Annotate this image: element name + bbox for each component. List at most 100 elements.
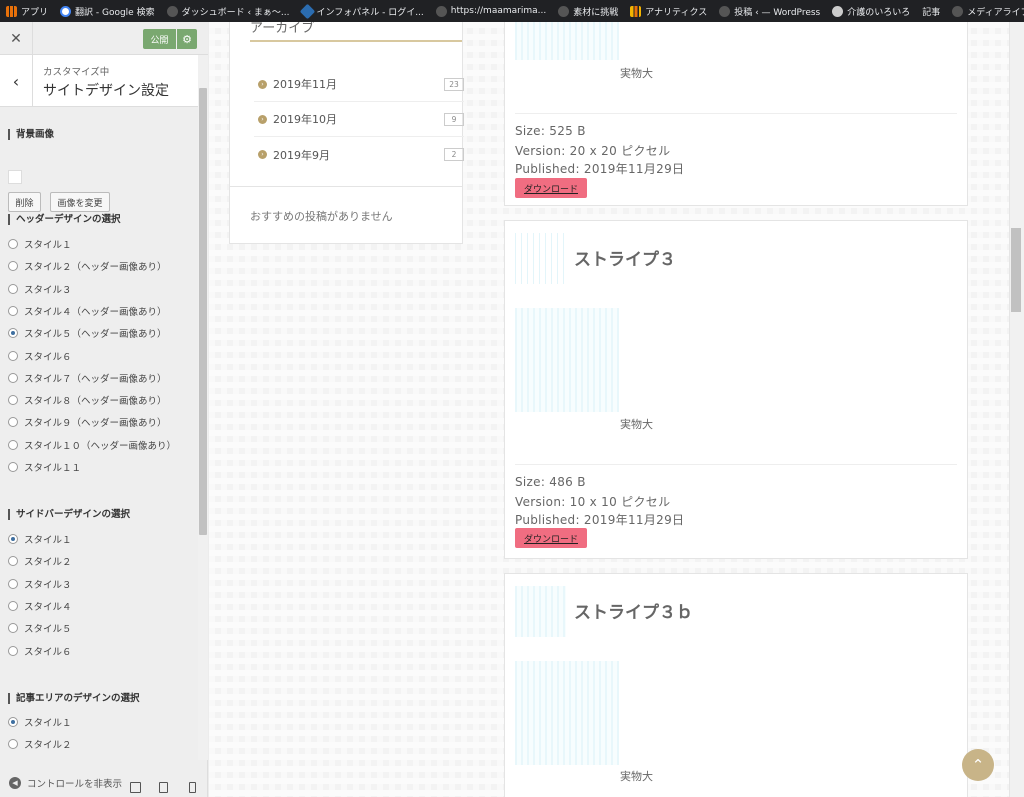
radio-label: スタイル６ <box>24 646 72 658</box>
bookmark-media-library[interactable]: メディアライブラリ ‹ まぁ... <box>952 5 1024 18</box>
sidebar-style-radio-5[interactable]: スタイル５ <box>8 621 72 635</box>
customizing-label: カスタマイズ中 <box>43 67 110 78</box>
bookmark-site[interactable]: https://maamarima... <box>435 5 546 17</box>
globe-icon <box>832 5 844 17</box>
radio-button[interactable] <box>8 739 18 750</box>
bookmark-apps[interactable]: アプリ <box>6 5 48 18</box>
actual-size-label: 実物大 <box>620 770 653 783</box>
section-header: ‹ カスタマイズ中 サイトデザイン設定 <box>0 55 198 107</box>
radio-button[interactable] <box>8 623 18 634</box>
close-icon[interactable]: ✕ <box>0 22 33 55</box>
header-style-radio-3[interactable]: スタイル３ <box>8 282 72 296</box>
sidebar-style-radio-1[interactable]: スタイル１ <box>8 532 72 546</box>
radio-label: スタイル６ <box>24 351 72 363</box>
customizer-sidebar: ✕ 公開 ⚙ ‹ カスタマイズ中 サイトデザイン設定 背景画像 削除 画像を変更… <box>0 22 208 797</box>
radio-label: スタイル１１ <box>24 463 82 474</box>
remove-image-button[interactable]: 削除 <box>8 192 41 212</box>
desktop-preview-icon[interactable] <box>130 782 141 793</box>
media-actual-size-image <box>515 661 619 765</box>
hide-controls-button[interactable]: ◀ コントロールを非表示 <box>0 768 208 797</box>
radio-label: スタイル２ <box>24 557 72 569</box>
change-image-button[interactable]: 画像を変更 <box>50 192 110 212</box>
archive-item[interactable]: › 2019年10月 9 <box>254 102 464 137</box>
radio-button[interactable] <box>8 578 18 589</box>
sidebar-design-title: サイドバーデザインの選択 <box>8 509 130 520</box>
radio-button[interactable] <box>8 717 18 727</box>
site-icon <box>435 5 447 17</box>
header-style-radio-7[interactable]: スタイル７（ヘッダー画像あり） <box>8 371 167 385</box>
radio-label: スタイル１０（ヘッダー画像あり） <box>24 440 177 452</box>
radio-button[interactable] <box>8 305 18 316</box>
archive-item[interactable]: › 2019年11月 23 <box>254 67 464 102</box>
radio-label: スタイル５ <box>24 624 72 636</box>
radio-button[interactable] <box>8 239 18 249</box>
media-published: Published: 2019年11月29日 <box>515 162 685 176</box>
header-style-radio-9[interactable]: スタイル９（ヘッダー画像あり） <box>8 415 167 429</box>
section-title: サイトデザイン設定 <box>43 83 169 99</box>
radio-label: スタイル１ <box>24 535 72 546</box>
bookmark-dashboard[interactable]: ダッシュボード ‹ まぁ〜... <box>166 5 290 18</box>
radio-button[interactable] <box>8 600 18 611</box>
header-style-radio-4[interactable]: スタイル４（ヘッダー画像あり） <box>8 304 167 318</box>
article-style-radio-2[interactable]: スタイル２ <box>8 737 72 751</box>
header-style-radio-8[interactable]: スタイル８（ヘッダー画像あり） <box>8 393 167 407</box>
wordpress-icon <box>952 5 964 17</box>
radio-button[interactable] <box>8 395 18 406</box>
radio-button[interactable] <box>8 283 18 294</box>
article-style-radio-1[interactable]: スタイル１ <box>8 715 72 729</box>
sidebar-style-radio-2[interactable]: スタイル２ <box>8 554 72 568</box>
archive-item[interactable]: › 2019年9月 2 <box>254 137 464 172</box>
header-style-radio-2[interactable]: スタイル２（ヘッダー画像あり） <box>8 259 167 273</box>
header-style-radio-10[interactable]: スタイル１０（ヘッダー画像あり） <box>8 438 176 452</box>
header-design-title: ヘッダーデザインの選択 <box>8 214 121 225</box>
radio-button[interactable] <box>8 350 18 361</box>
media-size: Size: 486 B <box>515 475 586 489</box>
sidebar-style-radio-3[interactable]: スタイル３ <box>8 577 72 591</box>
radio-button[interactable] <box>8 556 18 567</box>
header-style-radio-11[interactable]: スタイル１１ <box>8 460 81 474</box>
media-card: ストライプ３ 実物大 Size: 486 B Version: 10 x 10 … <box>504 220 968 559</box>
download-button[interactable]: ダウンロード <box>515 178 587 198</box>
media-title: ストライプ３ｂ <box>574 603 693 623</box>
radio-label: スタイル９（ヘッダー画像あり） <box>24 418 167 430</box>
header-style-radio-6[interactable]: スタイル６ <box>8 349 72 363</box>
sidebar-scrollbar-thumb[interactable] <box>199 88 207 535</box>
sidebar-style-radio-4[interactable]: スタイル４ <box>8 599 72 613</box>
recommended-widget: おすすめの投稿がありません <box>229 186 463 244</box>
apps-icon <box>6 5 17 17</box>
radio-button[interactable] <box>8 462 18 472</box>
bookmark-infopanel[interactable]: インフォパネル - ログイ... <box>299 3 424 19</box>
radio-button[interactable] <box>8 372 18 383</box>
radio-label: スタイル１ <box>24 718 72 729</box>
radio-button[interactable] <box>8 645 18 656</box>
tablet-preview-icon[interactable] <box>159 782 168 793</box>
mobile-preview-icon[interactable] <box>189 782 196 793</box>
publish-button[interactable]: 公開 <box>143 29 176 49</box>
site-preview: アーカイブ › 2019年11月 23 › 2019年10月 9 › 2019年9月 2 お… <box>209 22 1017 797</box>
bookmarks-bar: アプリ 翻訳 - Google 検索 ダッシュボード ‹ まぁ〜... インフォ… <box>0 0 1024 22</box>
page-scrollbar[interactable] <box>1009 22 1024 797</box>
bookmark-google-translate[interactable]: 翻訳 - Google 検索 <box>60 5 155 18</box>
media-version: Version: 20 x 20 ピクセル <box>515 144 671 158</box>
actual-size-label: 実物大 <box>620 67 653 80</box>
bookmark-care[interactable]: 介護のいろいろ <box>832 5 910 18</box>
header-style-radio-5[interactable]: スタイル５（ヘッダー画像あり） <box>8 326 167 340</box>
page-scrollbar-thumb[interactable] <box>1011 228 1021 312</box>
download-button[interactable]: ダウンロード <box>515 528 587 548</box>
radio-button[interactable] <box>8 261 18 272</box>
bookmark-analytics[interactable]: アナリティクス <box>630 5 707 18</box>
bookmark-posts[interactable]: 投稿 ‹ — WordPress <box>719 5 820 18</box>
header-style-radio-1[interactable]: スタイル１ <box>8 237 72 251</box>
radio-label: スタイル２ <box>24 740 72 752</box>
bookmark-materials[interactable]: 素材に挑戦 <box>558 5 618 18</box>
radio-button[interactable] <box>8 534 18 544</box>
back-chevron-icon[interactable]: ‹ <box>0 55 33 107</box>
radio-button[interactable] <box>8 328 18 339</box>
scroll-to-top-button[interactable]: ⌃ <box>962 749 994 781</box>
bookmark-articles[interactable]: 記事 <box>922 5 940 18</box>
sidebar-style-radio-6[interactable]: スタイル６ <box>8 644 72 658</box>
radio-button[interactable] <box>8 417 18 428</box>
radio-button[interactable] <box>8 439 18 450</box>
analytics-icon <box>630 5 642 17</box>
gear-icon[interactable]: ⚙ <box>177 29 197 49</box>
